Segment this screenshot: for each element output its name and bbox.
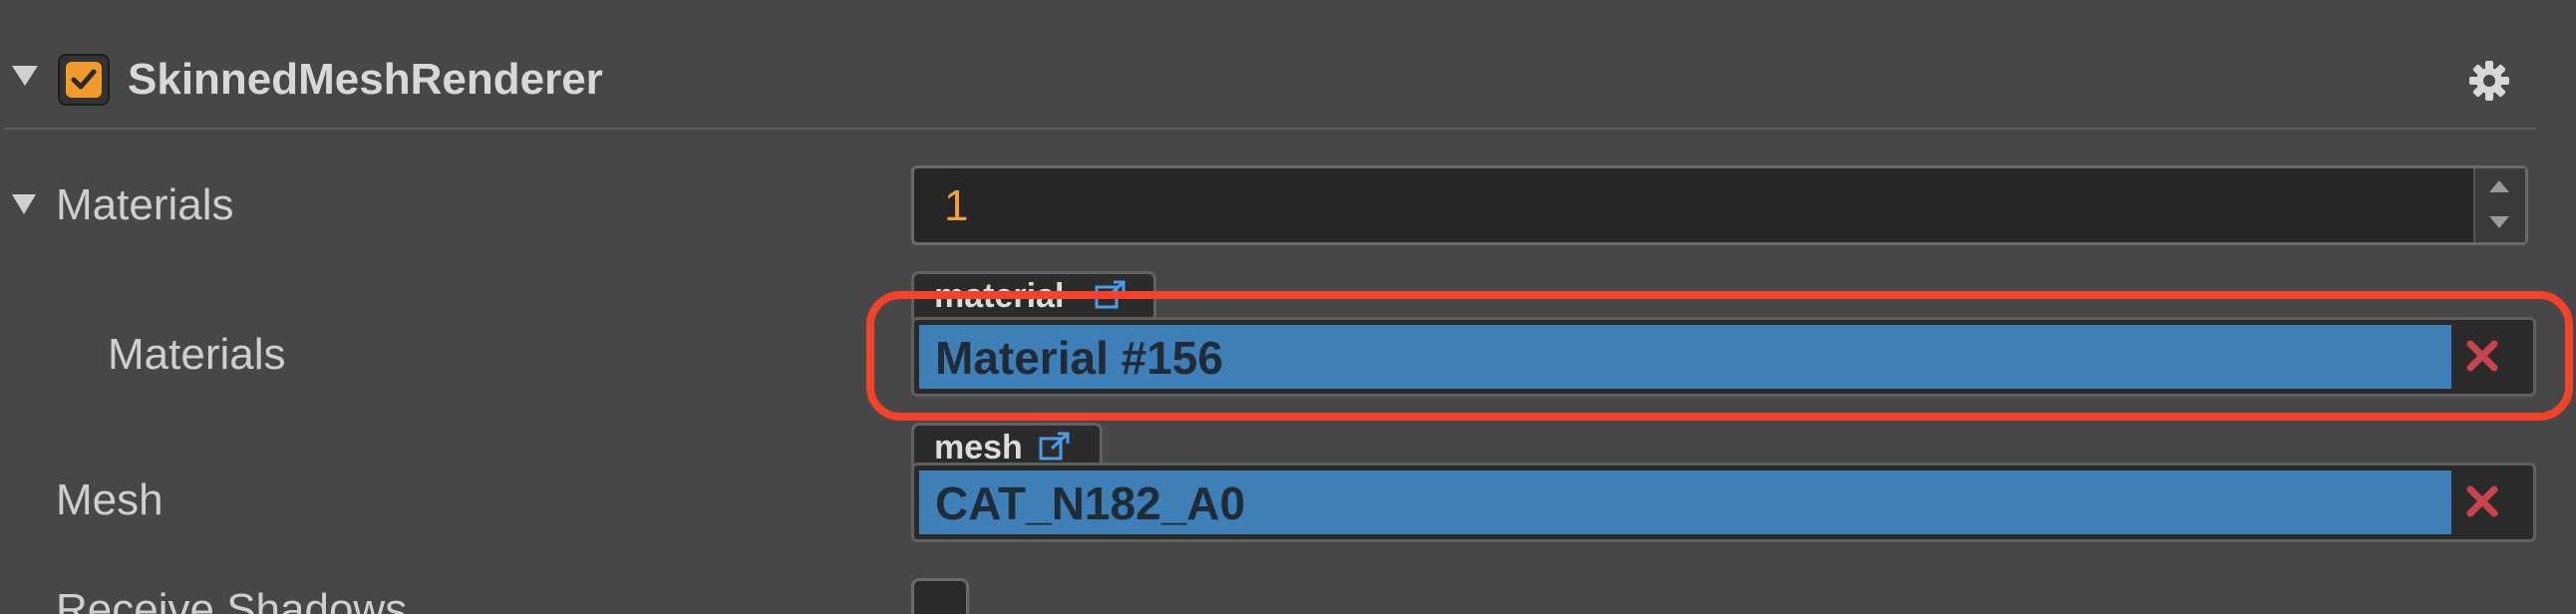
stepper-down-icon[interactable] bbox=[2487, 212, 2511, 230]
clear-mesh-icon[interactable] bbox=[2464, 483, 2500, 519]
material-item-label: Materials bbox=[108, 330, 286, 379]
receive-shadows-checkbox[interactable] bbox=[911, 578, 969, 614]
gear-icon[interactable] bbox=[2468, 60, 2510, 107]
external-link-icon[interactable] bbox=[1038, 432, 1072, 463]
receive-shadows-label: Receive Shadows bbox=[56, 585, 408, 614]
highlight-annotation bbox=[866, 291, 2573, 421]
checkmark-icon bbox=[66, 62, 102, 98]
mesh-tag-text: mesh bbox=[934, 429, 1023, 466]
mesh-label: Mesh bbox=[56, 475, 163, 524]
component-enabled-checkbox[interactable] bbox=[58, 54, 110, 106]
materials-collapse-icon[interactable] bbox=[12, 193, 36, 220]
component-collapse-icon[interactable] bbox=[12, 64, 38, 94]
component-title: SkinnedMeshRenderer bbox=[128, 55, 603, 104]
inspector-panel: SkinnedMeshRenderer Materials 1 Material… bbox=[0, 0, 2576, 614]
materials-array-label: Materials bbox=[56, 180, 234, 229]
mesh-asset-value: CAT_N182_A0 bbox=[935, 477, 1246, 529]
header-divider bbox=[4, 128, 2536, 130]
stepper-up-icon[interactable] bbox=[2487, 178, 2511, 196]
materials-count-value: 1 bbox=[944, 181, 969, 230]
mesh-asset-field[interactable]: CAT_N182_A0 bbox=[911, 462, 2536, 542]
materials-count-field[interactable]: 1 bbox=[911, 165, 2528, 245]
mesh-asset-bar[interactable]: CAT_N182_A0 bbox=[919, 470, 2451, 534]
count-stepper[interactable] bbox=[2473, 168, 2525, 242]
